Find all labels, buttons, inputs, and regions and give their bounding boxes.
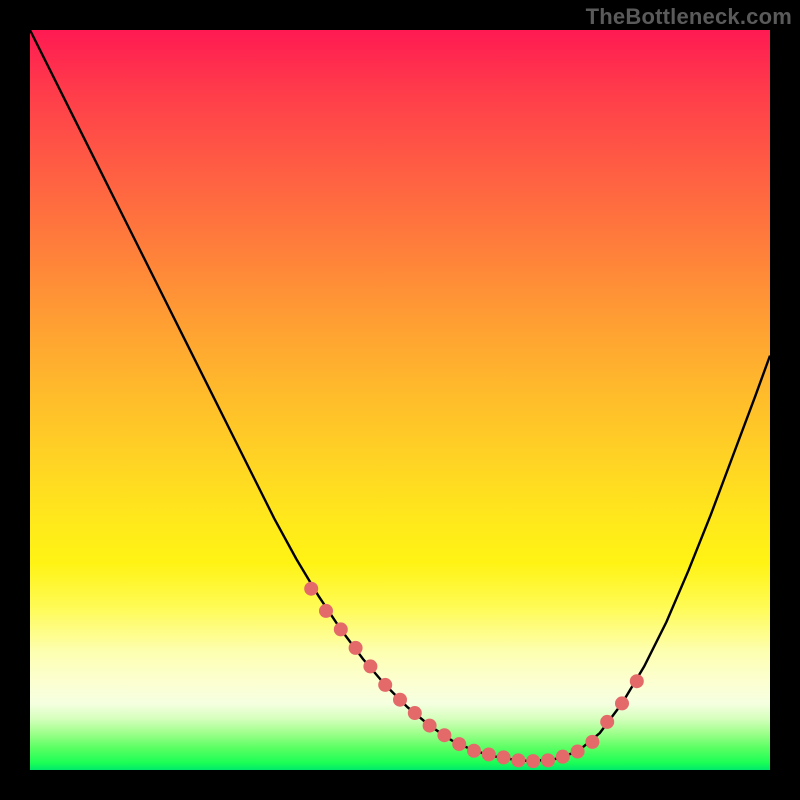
marker-point [600,715,614,729]
marker-point [393,693,407,707]
marker-point [615,696,629,710]
marker-point [334,622,348,636]
marker-point [526,754,540,768]
watermark-text: TheBottleneck.com [586,4,792,30]
marker-point [408,706,422,720]
marker-point [349,641,363,655]
marker-point [304,582,318,596]
marker-point [363,659,377,673]
marker-point [319,604,333,618]
marker-point [556,750,570,764]
marker-point [571,745,585,759]
marker-point [437,728,451,742]
bottleneck-curve [30,30,770,761]
marker-point [467,744,481,758]
marker-point [378,678,392,692]
chart-frame: TheBottleneck.com [0,0,800,800]
marker-point [585,735,599,749]
marker-point [511,753,525,767]
marker-point [423,719,437,733]
highlighted-points [304,582,644,768]
bottleneck-curve-svg [30,30,770,770]
marker-point [482,747,496,761]
marker-point [497,750,511,764]
marker-point [541,753,555,767]
marker-point [630,674,644,688]
marker-point [452,737,466,751]
